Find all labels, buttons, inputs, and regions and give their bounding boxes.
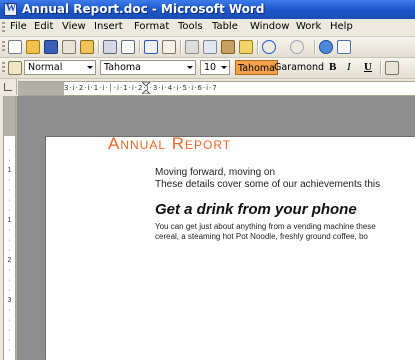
italic-button[interactable]: I: [345, 60, 353, 75]
open-icon[interactable]: [26, 40, 40, 54]
menu-table[interactable]: Table: [212, 21, 238, 32]
separator: [98, 40, 100, 54]
menu-edit[interactable]: Edit: [34, 21, 53, 32]
format-painter-icon[interactable]: [239, 40, 253, 54]
toolbar-grip[interactable]: [2, 41, 5, 53]
undo-icon[interactable]: [262, 40, 276, 54]
new-document-icon[interactable]: [8, 40, 22, 54]
save-icon[interactable]: [44, 40, 58, 54]
horizontal-ruler[interactable]: 3·i·2·i·1·i·│·i·1·i·2·i·3·i·4·i·5·i·6·i·…: [18, 81, 415, 96]
email-icon[interactable]: [80, 40, 94, 54]
menu-help[interactable]: Help: [330, 21, 353, 32]
cut-icon[interactable]: [185, 40, 199, 54]
font-value: Tahoma: [104, 62, 141, 73]
tables-borders-icon[interactable]: [337, 40, 351, 54]
paste-icon[interactable]: [221, 40, 235, 54]
print-icon[interactable]: [103, 40, 117, 54]
formatting-toolbar: Normal Tahoma 10 Tahoma Garamond B I U: [0, 58, 415, 79]
window-title: Annual Report.doc - Microsoft Word: [22, 2, 265, 16]
styles-formatting-icon[interactable]: [8, 61, 22, 75]
document-title[interactable]: Annual Report: [108, 134, 231, 154]
research-icon[interactable]: [162, 40, 176, 54]
font-size-value: 10: [204, 62, 217, 73]
document-heading[interactable]: Get a drink from your phone: [155, 201, 357, 218]
document-subtitle[interactable]: Moving forward, moving on: [155, 167, 275, 178]
print-preview-icon[interactable]: [121, 40, 135, 54]
ruler-top-margin: [4, 96, 15, 136]
vertical-ruler-strip: · · 1 · · · · 1 · · · 2 · · · 3 · · · · ·: [3, 96, 16, 360]
separator: [314, 40, 316, 54]
spelling-icon[interactable]: [144, 40, 158, 54]
paragraph-line[interactable]: You can get just about anything from a v…: [155, 222, 376, 231]
menu-insert[interactable]: Insert: [94, 21, 123, 32]
ruler-ticks: 3·i·2·i·1·i·│·i·1·i·2·i·3·i·4·i·5·i·6·i·…: [64, 84, 218, 92]
paragraph-line[interactable]: cereal, a steaming hot Pot Noodle, fresh…: [155, 232, 368, 241]
menu-work[interactable]: Work: [296, 21, 321, 32]
underline-button[interactable]: U: [362, 60, 374, 75]
menu-view[interactable]: View: [62, 21, 86, 32]
word-app-icon[interactable]: [4, 3, 17, 16]
indent-marker-icon[interactable]: [142, 82, 150, 94]
hyperlink-icon[interactable]: [319, 40, 333, 54]
menu-file[interactable]: File: [10, 21, 27, 32]
menu-tools[interactable]: Tools: [178, 21, 203, 32]
vertical-ruler-ticks: · · 1 · · · · 1 · · · 2 · · · 3 · · · · ·: [7, 147, 12, 354]
menu-grip[interactable]: [2, 22, 5, 33]
font-preview-garamond[interactable]: Garamond: [272, 60, 326, 75]
title-bar: Annual Report.doc - Microsoft Word: [0, 0, 415, 19]
standard-toolbar: [0, 37, 415, 58]
redo-icon[interactable]: [290, 40, 304, 54]
left-tab-icon: [4, 83, 12, 91]
font-size-dropdown[interactable]: 10: [200, 60, 230, 75]
ruler-left-margin: [18, 82, 64, 95]
toolbar-grip[interactable]: [2, 62, 5, 74]
document-summary[interactable]: These details cover some of our achievem…: [155, 179, 380, 190]
separator: [139, 40, 141, 54]
separator: [180, 40, 182, 54]
chevron-down-icon[interactable]: [85, 62, 94, 73]
chevron-down-icon[interactable]: [219, 62, 228, 73]
font-dropdown[interactable]: Tahoma: [100, 60, 196, 75]
chevron-down-icon[interactable]: [185, 62, 194, 73]
menu-format[interactable]: Format: [134, 21, 169, 32]
copy-icon[interactable]: [203, 40, 217, 54]
bold-button[interactable]: B: [327, 60, 338, 75]
separator: [257, 40, 259, 54]
vertical-ruler[interactable]: · · 1 · · · · 1 · · · 2 · · · 3 · · · · ·: [0, 96, 17, 360]
align-left-icon[interactable]: [385, 61, 399, 75]
style-dropdown[interactable]: Normal: [24, 60, 96, 75]
menu-bar: File Edit View Insert Format Tools Table…: [0, 19, 415, 37]
ruler-bar: 3·i·2·i·1·i·│·i·1·i·2·i·3·i·4·i·5·i·6·i·…: [0, 79, 415, 96]
menu-window[interactable]: Window: [250, 21, 289, 32]
style-value: Normal: [28, 62, 63, 73]
separator: [380, 61, 382, 75]
tab-selector[interactable]: [0, 79, 17, 95]
permission-icon[interactable]: [62, 40, 76, 54]
